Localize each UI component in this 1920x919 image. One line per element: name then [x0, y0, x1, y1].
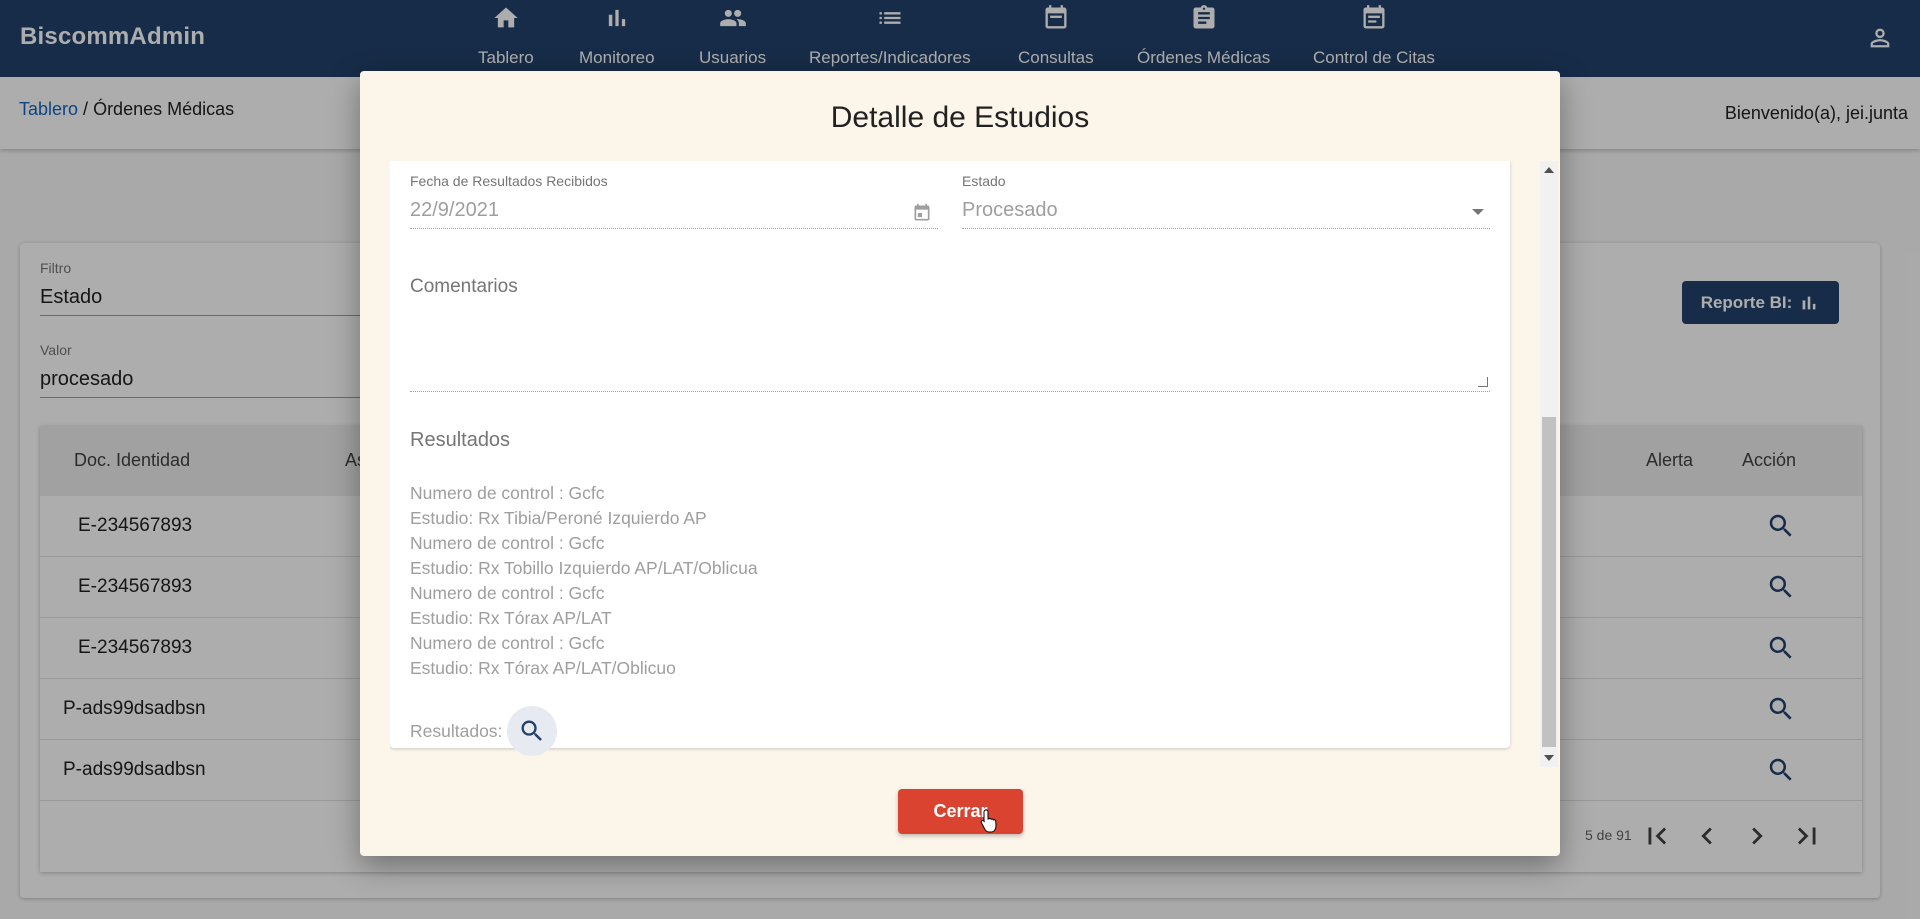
- calendar-icon[interactable]: [912, 203, 932, 223]
- close-button[interactable]: Cerrar: [898, 789, 1023, 834]
- status-label: Estado: [962, 173, 1006, 189]
- search-icon: [521, 720, 543, 741]
- results-line: Estudio: Rx Tobillo Izquierdo AP/LAT/Obl…: [410, 558, 758, 578]
- study-detail-dialog: Detalle de Estudios Fecha de Resultados …: [360, 71, 1560, 856]
- view-results-button[interactable]: [507, 706, 558, 756]
- dialog-title: Detalle de Estudios: [830, 101, 1090, 134]
- resize-handle-icon[interactable]: [1478, 377, 1488, 387]
- scrollbar-thumb[interactable]: [1542, 417, 1556, 747]
- status-value: Procesado: [962, 199, 1058, 221]
- results-line: Estudio: Rx Tórax AP/LAT/Oblicuo: [410, 658, 676, 678]
- date-field[interactable]: 22/9/2021: [410, 199, 938, 229]
- scroll-up-arrow-icon[interactable]: [1544, 167, 1554, 173]
- results-heading: Resultados: [410, 429, 511, 451]
- study-detail-form: Fecha de Resultados Recibidos 22/9/2021 …: [390, 161, 1510, 756]
- status-select[interactable]: Procesado: [962, 199, 1490, 229]
- results-line: Numero de control : Gcfc: [410, 483, 605, 503]
- results-footer: Resultados:: [410, 706, 558, 756]
- results-line: Estudio: Rx Tórax AP/LAT: [410, 608, 612, 628]
- comments-textarea[interactable]: Comentarios: [410, 276, 1490, 392]
- results-line: Numero de control : Gcfc: [410, 633, 605, 653]
- results-footer-label: Resultados:: [410, 720, 503, 741]
- results-line: Estudio: Rx Tibia/Peroné Izquierdo AP: [410, 508, 707, 528]
- dropdown-arrow-icon: [1472, 209, 1484, 215]
- date-label: Fecha de Resultados Recibidos: [410, 173, 608, 189]
- hand-cursor-icon: [980, 809, 997, 833]
- results-list: Numero de control : Gcfc Estudio: Rx Tib…: [410, 481, 758, 681]
- results-line: Numero de control : Gcfc: [410, 583, 605, 603]
- results-line: Numero de control : Gcfc: [410, 533, 605, 553]
- dialog-scrollbar[interactable]: [1540, 161, 1558, 767]
- comments-placeholder: Comentarios: [410, 276, 518, 297]
- date-value: 22/9/2021: [410, 199, 499, 221]
- dialog-scroll-area[interactable]: Fecha de Resultados Recibidos 22/9/2021 …: [390, 161, 1550, 767]
- scroll-down-arrow-icon[interactable]: [1544, 755, 1554, 761]
